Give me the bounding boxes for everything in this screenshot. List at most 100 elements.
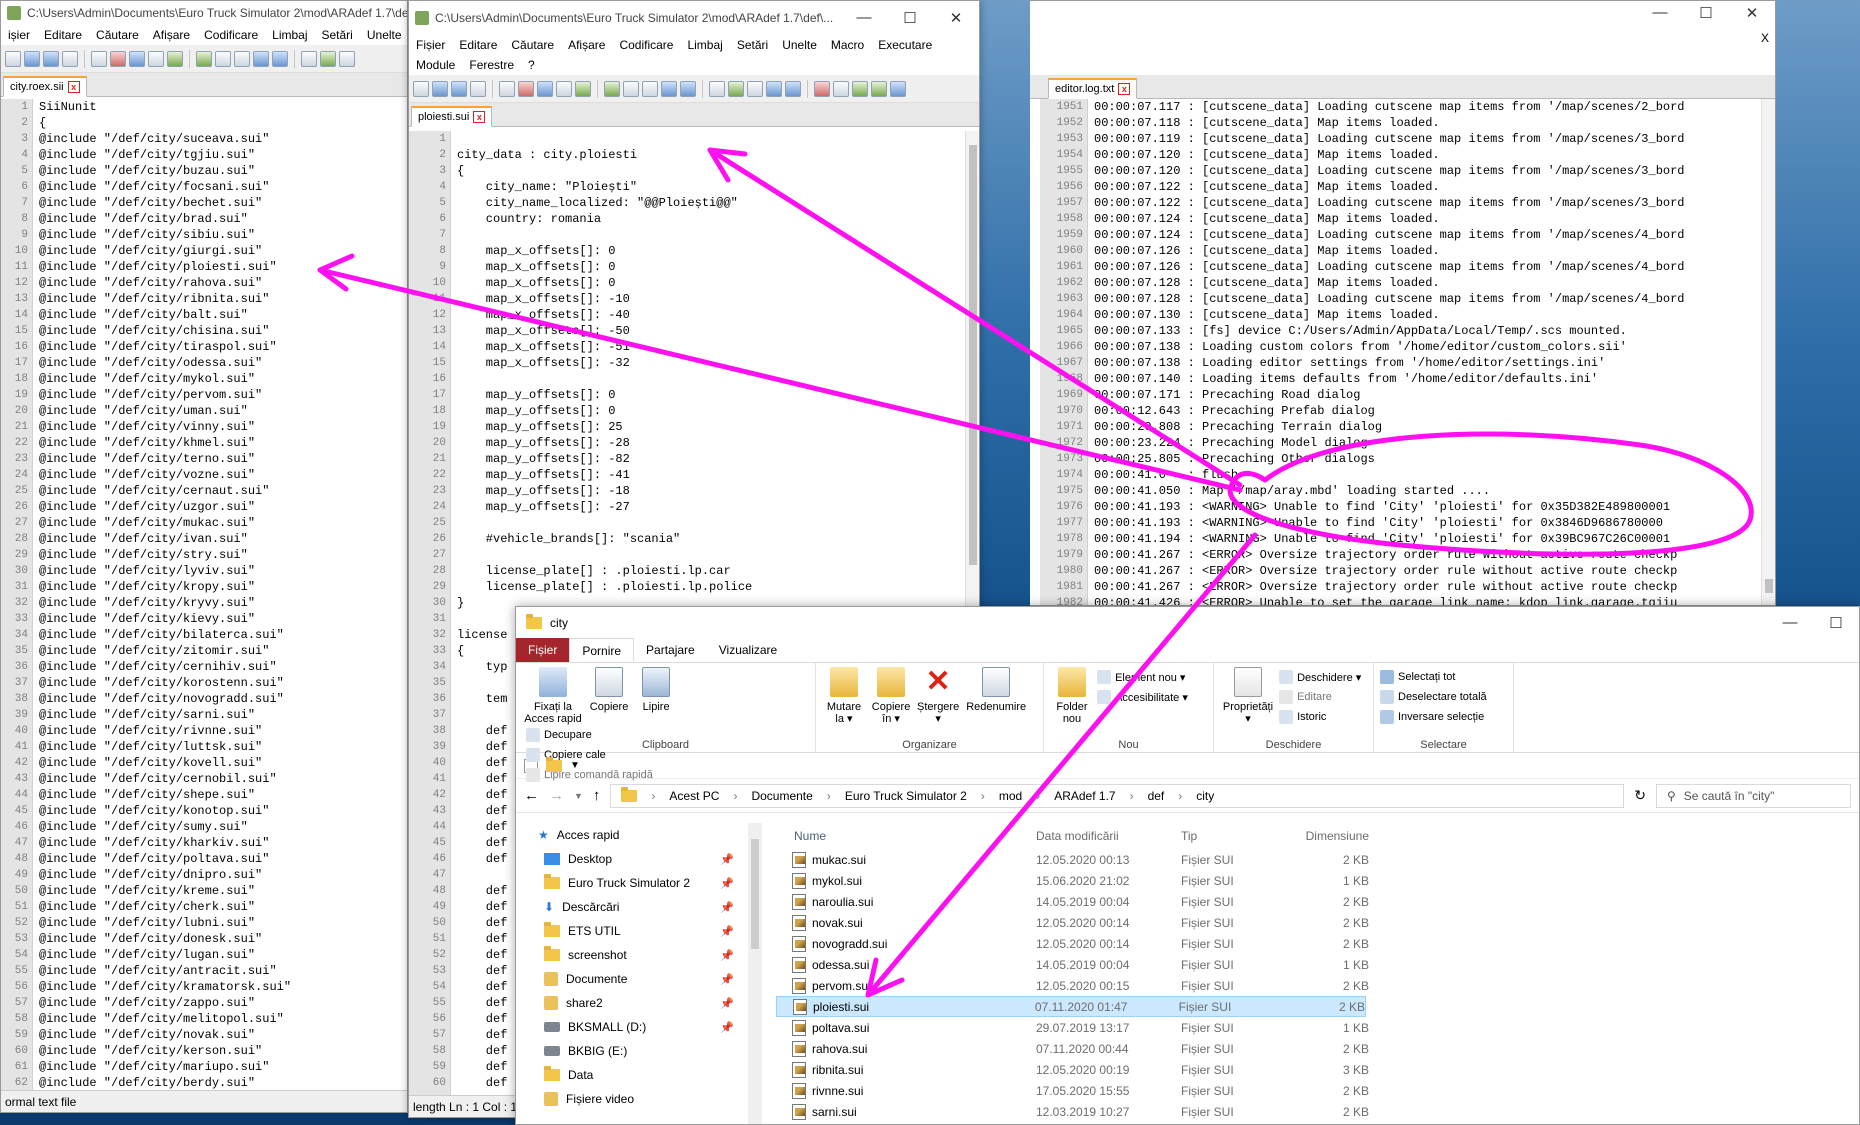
file-row-selected[interactable]: ploiesti.sui 07.11.2020 01:47 Fișier SUI 2 … (776, 996, 1366, 1017)
copy-button[interactable]: Copiere (587, 667, 631, 713)
edit-button[interactable]: Editare (1279, 687, 1361, 707)
breadcrumb-item[interactable]: city (1196, 789, 1214, 803)
toolbar-tool-icon[interactable] (680, 80, 696, 97)
nav-item[interactable]: ETS UTIL 📌 (516, 919, 764, 943)
rename-button[interactable]: Redenumire (963, 667, 1029, 713)
menu-item[interactable]: Unelte (360, 28, 407, 42)
toolbar-tool-icon[interactable] (24, 50, 40, 67)
menu-item[interactable]: Macro (824, 38, 871, 52)
maximize-icon[interactable]: ☐ (1813, 614, 1859, 632)
menu-item[interactable]: Afișare (146, 28, 197, 42)
toolbar-tool-icon[interactable] (575, 80, 591, 97)
breadcrumb-item[interactable]: Documente (751, 789, 812, 803)
breadcrumb-item[interactable]: Acest PC (669, 789, 719, 803)
minimize-icon[interactable]: — (1637, 4, 1683, 22)
tab-city-roex[interactable]: city.roex.sii x (3, 76, 87, 97)
new-folder-button[interactable]: Folder nou (1050, 667, 1094, 725)
file-row[interactable]: naroulia.sui 14.05.2019 00:04 Fișier SUI 2 … (776, 891, 1859, 912)
select-none-button[interactable]: Deselectare totală (1380, 687, 1507, 707)
pin-icon[interactable]: 📌 (720, 853, 734, 866)
file-row[interactable]: poltava.sui 29.07.2019 13:17 Fișier SUI 1 K… (776, 1017, 1859, 1038)
nav-item[interactable]: Euro Truck Simulator 2 📌 (516, 871, 764, 895)
pin-icon[interactable]: 📌 (720, 973, 734, 986)
nav-item[interactable]: ★ Acces rapid (516, 823, 764, 847)
pin-icon[interactable]: 📌 (720, 877, 734, 890)
file-row[interactable]: novak.sui 12.05.2020 00:14 Fișier SUI 2 KB (776, 912, 1859, 933)
toolbar-tool-icon[interactable] (413, 80, 429, 97)
nav-item[interactable]: share2 📌 (516, 991, 764, 1015)
toolbar-tool-icon[interactable] (556, 80, 572, 97)
toolbar-tool-icon[interactable] (110, 50, 126, 67)
log-editor[interactable]: 1951 1952 1953 1954 1955 1956 1957 1958 1959 1960… (1040, 99, 1775, 605)
breadcrumb-item[interactable]: Euro Truck Simulator 2 (845, 789, 967, 803)
file-row[interactable]: mukac.sui 12.05.2020 00:13 Fișier SUI 2 KB (776, 849, 1859, 870)
file-row[interactable]: sarni.sui 12.03.2019 10:27 Fișier SUI 2 KB (776, 1101, 1859, 1122)
toolbar-tool-icon[interactable] (709, 80, 725, 97)
delete-button[interactable]: ✕ Ștergere ▾ (916, 667, 960, 726)
select-all-button[interactable]: Selectați tot (1380, 667, 1507, 687)
toolbar-tool-icon[interactable] (747, 80, 763, 97)
file-row[interactable]: novogradd.sui 12.05.2020 00:14 Fișier SUI 2… (776, 933, 1859, 954)
log-window-title-bar[interactable]: — ☐ ✕ (1030, 1, 1775, 25)
toolbar-tool-icon[interactable] (766, 80, 782, 97)
log-text-area[interactable]: 00:00:07.117 : [cutscene_data] Loading c… (1094, 99, 1761, 605)
menu-item[interactable]: Editare (37, 28, 89, 42)
file-row[interactable]: odessa.sui 14.05.2019 00:04 Fișier SUI 1 KB (776, 954, 1859, 975)
toolbar-tool-icon[interactable] (432, 80, 448, 97)
menu-item[interactable]: Executare (871, 38, 939, 52)
toolbar-tool-icon[interactable] (167, 50, 183, 67)
menu-item[interactable]: Editare (452, 38, 504, 52)
breadcrumb-chevron-icon[interactable]: › (651, 789, 655, 803)
close-tab-icon[interactable]: x (67, 81, 80, 93)
code-editor[interactable]: 1 2 3 4 5 6 7 8 9 10 11 12 13 14 15 16 17 18 19 20 21 22 23 24 2… (1, 99, 407, 1090)
breadcrumb-chevron-icon[interactable]: › (827, 789, 831, 803)
toolbar-tool-icon[interactable] (833, 80, 849, 97)
open-button[interactable]: Deschidere ▾ (1279, 667, 1361, 687)
nav-item[interactable]: Desktop 📌 (516, 847, 764, 871)
refresh-icon[interactable]: ↻ (1634, 787, 1646, 804)
close-icon[interactable]: ✕ (1729, 4, 1775, 22)
toolbar-tool-icon[interactable] (661, 80, 677, 97)
pin-icon[interactable]: 📌 (720, 925, 734, 938)
search-box[interactable]: ⚲ Se caută în "city" (1656, 783, 1851, 808)
minimize-icon[interactable]: — (841, 9, 887, 27)
nav-item[interactable]: BKSMALL (D:) 📌 (516, 1015, 764, 1039)
invert-selection-button[interactable]: Inversare selecție (1380, 707, 1507, 727)
menu-item[interactable]: Setări (730, 38, 775, 52)
toolbar-tool-icon[interactable] (890, 80, 906, 97)
folder-icon[interactable] (546, 756, 562, 772)
menu-item[interactable]: Căutare (89, 28, 146, 42)
history-button[interactable]: Istoric (1279, 707, 1361, 727)
breadcrumb-item[interactable]: def (1148, 789, 1165, 803)
toolbar-tool-icon[interactable] (814, 80, 830, 97)
file-row[interactable]: mykol.sui 15.06.2020 21:02 Fișier SUI 1 KB (776, 870, 1859, 891)
properties-button[interactable]: Proprietăți ▾ (1220, 667, 1276, 725)
close-tab-icon[interactable]: x (1118, 83, 1131, 95)
pin-icon[interactable]: 📌 (720, 1021, 734, 1034)
tab-ploiesti[interactable]: ploiesti.sui x (411, 106, 493, 127)
breadcrumb-chevron-icon[interactable]: › (1130, 789, 1134, 803)
nav-item[interactable]: Fișiere video (516, 1087, 764, 1111)
log-vertical-scrollbar[interactable] (1761, 99, 1775, 605)
column-header[interactable]: Tip (1181, 829, 1301, 843)
explorer-title-bar[interactable]: city — ☐ (516, 607, 1859, 639)
toolbar-tool-icon[interactable] (301, 50, 317, 67)
nav-item[interactable]: BKBIG (E:) (516, 1039, 764, 1063)
toolbar-tool-icon[interactable] (499, 80, 515, 97)
minimize-icon[interactable]: — (1767, 614, 1813, 632)
nav-item[interactable]: Documente 📌 (516, 967, 764, 991)
menu-item[interactable]: Căutare (504, 38, 561, 52)
toolbar-tool-icon[interactable] (728, 80, 744, 97)
file-row[interactable]: ribnita.sui 12.05.2020 00:19 Fișier SUI 3 K… (776, 1059, 1859, 1080)
toolbar-tool-icon[interactable] (642, 80, 658, 97)
menu-item[interactable]: Module (409, 58, 462, 72)
toolbar-tool-icon[interactable] (148, 50, 164, 67)
menu-item[interactable]: Codificare (612, 38, 680, 52)
breadcrumb-chevron-icon[interactable]: › (733, 789, 737, 803)
nav-item[interactable]: Data (516, 1063, 764, 1087)
toolbar-tool-icon[interactable] (320, 50, 336, 67)
column-header[interactable]: Nume (776, 829, 1036, 843)
toolbar-tool-icon[interactable] (537, 80, 553, 97)
toolbar-tool-icon[interactable] (871, 80, 887, 97)
close-document-x[interactable]: X (1761, 31, 1769, 45)
